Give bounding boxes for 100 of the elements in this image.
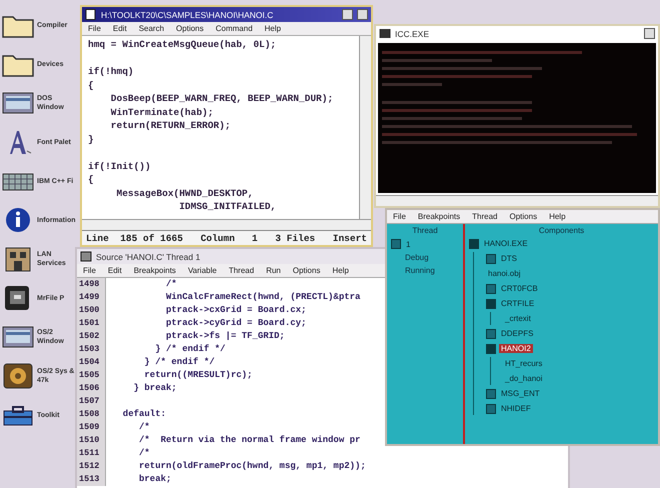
expander-box[interactable] [486,254,496,264]
expander-box[interactable] [486,388,496,398]
code-line: return((MRESULT)rc); [143,369,252,382]
pane-heading: Thread [411,226,439,235]
code-line: } /* endif */ [143,356,215,369]
code-line: ptrack->cxGrid = Board.cx; [165,304,306,317]
menu-item[interactable]: File [88,24,101,33]
menu-item[interactable]: Help [264,24,281,33]
code-line: if(!Init()) [88,160,152,173]
menu-item[interactable]: File [83,266,96,275]
document-icon[interactable] [85,9,97,20]
line-number: 1504 [77,356,106,369]
console-icon[interactable] [379,28,391,39]
tree-item[interactable]: HANOI2 [499,344,533,353]
code-line: default: [122,408,166,421]
code-line: if(!hmq) [88,65,135,78]
code-line: IDMSG_INITFAILED, [178,200,278,214]
menu-item[interactable]: Command [216,24,253,33]
menu-item[interactable]: Breakpoints [134,266,176,275]
window-title: Source 'HANOI.C' Thread 1 [96,252,200,262]
window-title: ICC.EXE [395,28,430,38]
status-text: 3 Files [275,232,316,244]
menu-item[interactable]: Edit [112,24,127,33]
menu-item[interactable]: File [393,212,406,221]
vertical-scrollbar[interactable] [359,36,371,219]
menu-item[interactable]: Help [549,212,566,221]
tree-item[interactable]: HT_recurs [503,359,544,368]
menu-item[interactable]: Search [138,24,164,33]
maximize-button[interactable] [357,9,368,20]
code-line: WinCalcFrameRect(hwnd, (PRECTL)&ptra [165,291,360,304]
line-number: 1503 [77,343,106,356]
monitor-icon[interactable] [2,324,34,350]
line-number: 1511 [77,447,106,460]
code-line: ptrack->fs |= TF_GRID; [165,330,285,343]
status-text: Column 1 [200,232,258,244]
expander-box[interactable] [486,344,496,354]
tree-item[interactable]: DTS [499,254,519,263]
code-line: DosBeep(BEEP_WARN_FREQ, BEEP_WARN_DUR); [110,92,334,106]
line-number: 1508 [77,408,106,421]
code-line: } [88,132,95,146]
line-number: 1510 [77,434,106,447]
line-number: 1498 [77,278,106,291]
code-line: /* [165,278,177,291]
tree-item[interactable]: NHIDEF [499,404,533,413]
menu-item[interactable]: Edit [108,266,122,275]
tree-item[interactable]: MSG_ENT [499,389,542,398]
code-line: break; [138,473,172,486]
code-line: { [88,78,95,92]
line-number: 1509 [77,421,106,434]
tree-item[interactable]: hanoi.obj [486,269,522,278]
tree-item[interactable]: _do_hanoi [503,374,544,383]
expander-box[interactable] [469,238,479,248]
code-line: return(oldFrameProc(hwnd, msg, mp1, mp2)); [138,460,366,473]
window-title: H:\TOOLKT20\C\SAMPLES\HANOI\HANOI.C [101,10,274,20]
code-line: /* [138,421,150,434]
code-line: WinTerminate(hab); [110,106,214,119]
line-number: 1513 [77,473,106,486]
expander-box[interactable] [486,284,496,294]
minimize-button[interactable] [342,9,353,20]
code-line: ptrack->cyGrid = Board.cy; [165,317,306,330]
code-line: /* [138,447,150,460]
line-number: 1502 [77,330,106,343]
tree-item[interactable]: DDEPFS [499,329,536,338]
line-number: 1507 [77,395,106,408]
maximize-button[interactable] [644,28,655,39]
horizontal-scrollbar[interactable] [82,219,371,230]
line-number: 1501 [77,317,106,330]
status-text: Insert [332,232,367,244]
pane-heading: Components [538,226,586,235]
monitor-icon[interactable] [2,90,34,116]
thread-state: Running [404,266,436,275]
menu-item[interactable]: Variable [188,266,217,275]
tree-item[interactable]: CRTFILE [499,299,536,308]
menu-item[interactable]: Options [510,212,538,221]
expander-box[interactable] [486,328,496,338]
thread-state: Debug [404,253,430,262]
menu-item[interactable]: Options [292,266,320,275]
menu-item[interactable]: Thread [472,212,498,221]
code-line: } /* endif */ [154,343,226,356]
line-number: 1500 [77,304,106,317]
tree-item[interactable]: _crtexit [503,314,533,323]
code-line: MessageBox(HWND_DESKTOP, [116,186,254,200]
menu-item[interactable]: Thread [228,266,254,275]
line-number: 1499 [77,291,106,304]
code-line: return(RETURN_ERROR); [110,119,232,132]
code-line: hmq = WinCreateMsgQueue(hab, 0L); [88,38,278,52]
menu-item[interactable]: Run [266,266,281,275]
menu-item[interactable]: Help [332,266,349,275]
code-line: /* Return via the normal frame window pr [138,434,360,447]
menu-item[interactable]: Options [176,24,204,33]
tree-item[interactable]: CRT0FCB [499,284,540,293]
menu-item[interactable]: Breakpoints [418,212,460,221]
thread-number[interactable]: 1 [404,240,412,248]
line-number: 1506 [77,382,106,395]
expander-box[interactable] [486,298,496,308]
tree-item[interactable]: HANOI.EXE [482,239,530,248]
line-number: 1505 [77,369,106,382]
horizontal-scrollbar[interactable] [376,195,658,206]
expander-box[interactable] [486,404,496,414]
system-icon[interactable] [2,363,34,389]
